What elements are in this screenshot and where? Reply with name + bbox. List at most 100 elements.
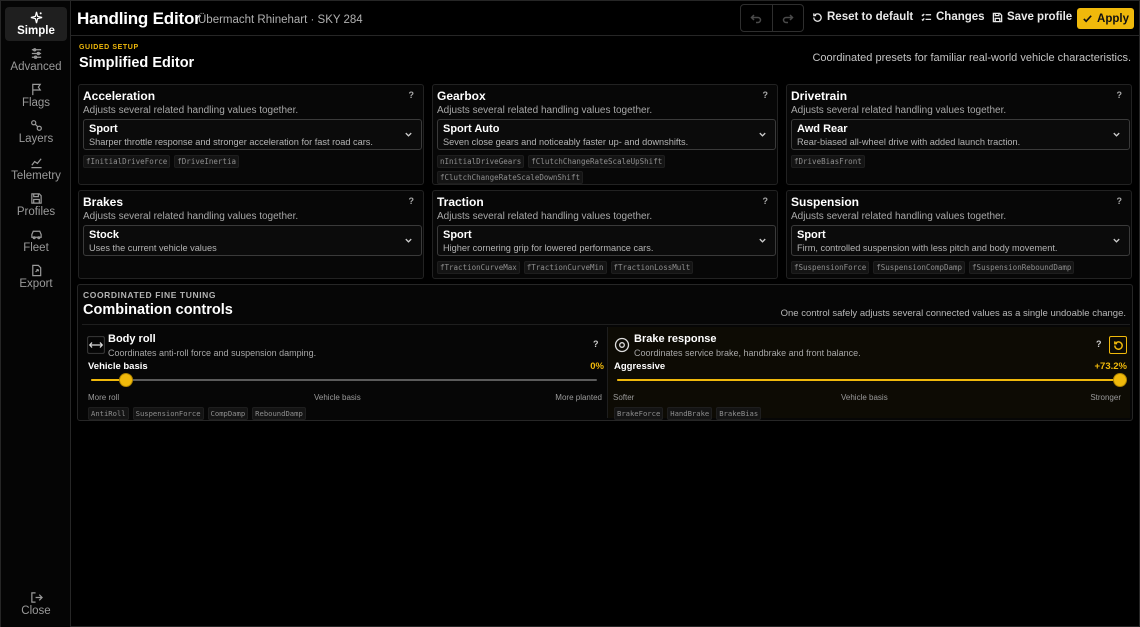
preset-card-suspension: Suspension ? Adjusts several related han…: [786, 190, 1132, 279]
sidebar-item-telemetry[interactable]: Telemetry: [5, 152, 67, 186]
help-icon[interactable]: ?: [593, 339, 599, 349]
help-icon[interactable]: ?: [409, 90, 415, 100]
help-icon[interactable]: ?: [1117, 196, 1123, 206]
sidebar-item-label: Flags: [21, 97, 51, 109]
undo-redo-group: [740, 4, 804, 32]
param-tag: fDriveInertia: [174, 155, 239, 168]
select-value: Stock: [89, 229, 119, 241]
tag-list: BrakeForce HandBrake BrakeBias: [614, 407, 762, 420]
tag-list: fDriveBiasFront: [791, 155, 1131, 168]
combo-title: Combination controls: [83, 302, 233, 318]
param-tag: CompDamp: [207, 407, 249, 420]
help-icon[interactable]: ?: [409, 196, 415, 206]
tag-list: nInitialDriveGears fClutchChangeRateScal…: [437, 155, 777, 184]
close-label: Close: [21, 605, 51, 617]
param-tag: fClutchChangeRateScaleUpShift: [528, 155, 666, 168]
close-button[interactable]: Close: [5, 587, 67, 621]
brake-disc-icon: [614, 337, 630, 353]
preset-card-gearbox: Gearbox ? Adjusts several related handli…: [432, 84, 778, 185]
vehicle-subtitle: Übermacht Rhinehart · SKY 284: [198, 14, 363, 26]
card-description: Adjusts several related handling values …: [437, 105, 653, 116]
reset-to-default-button[interactable]: Reset to default: [812, 11, 913, 23]
select-description: Rear-biased all-wheel drive with added l…: [797, 137, 1021, 147]
select-description: Uses the current vehicle values: [89, 243, 217, 253]
sidebar-item-flags[interactable]: Flags: [5, 79, 67, 113]
param-tag: HandBrake: [667, 407, 713, 420]
select-description: Seven close gears and noticeably faster …: [443, 137, 689, 147]
brakes-preset-select[interactable]: Stock Uses the current vehicle values: [83, 225, 422, 256]
save-label: Save profile: [1007, 11, 1073, 23]
sidebar-item-label: Simple: [17, 25, 55, 37]
slider-thumb[interactable]: [1113, 373, 1127, 387]
card-description: Adjusts several related handling values …: [83, 211, 299, 222]
help-icon[interactable]: ?: [763, 196, 769, 206]
layers-icon: [30, 120, 42, 131]
suspension-preset-select[interactable]: Sport Firm, controlled suspension with l…: [791, 225, 1130, 256]
select-value: Sport Auto: [443, 123, 500, 135]
body-roll-slider[interactable]: [91, 373, 597, 387]
param-tag: ReboundDamp: [252, 407, 306, 420]
select-description: Sharper throttle response and stronger a…: [89, 137, 373, 147]
brake-response-control: Brake response Coordinates service brake…: [607, 327, 1130, 420]
param-tag: fInitialDriveForce: [83, 155, 171, 168]
sidebar-item-layers[interactable]: Layers: [5, 115, 67, 149]
control-title: Brake response: [634, 333, 717, 345]
redo-button[interactable]: [771, 5, 804, 31]
sidebar-item-label: Advanced: [10, 61, 62, 73]
help-icon[interactable]: ?: [1096, 339, 1102, 349]
section-note: Coordinated presets for familiar real-wo…: [812, 52, 1131, 64]
param-tag: SuspensionForce: [132, 407, 204, 420]
changes-button[interactable]: Changes: [921, 11, 985, 23]
help-icon[interactable]: ?: [763, 90, 769, 100]
select-value: Sport: [797, 229, 826, 241]
drivetrain-preset-select[interactable]: Awd Rear Rear-biased all-wheel drive wit…: [791, 119, 1130, 150]
param-tag: nInitialDriveGears: [437, 155, 525, 168]
undo-button[interactable]: [741, 5, 772, 31]
save-profile-button[interactable]: Save profile: [992, 11, 1072, 23]
param-tag: BrakeForce: [614, 407, 664, 420]
reset-control-button[interactable]: [1109, 336, 1127, 354]
check-icon: [1083, 15, 1092, 23]
sidebar-item-advanced[interactable]: Advanced: [5, 43, 67, 77]
param-tag: fTractionCurveMax: [437, 261, 520, 274]
section-title: Simplified Editor: [79, 55, 195, 71]
undo-icon: [750, 14, 762, 24]
sliders-icon: [31, 48, 41, 59]
changes-label: Changes: [936, 11, 985, 23]
section-eyebrow: GUIDED SETUP: [79, 44, 139, 51]
reset-icon: [813, 12, 822, 22]
tag-list: fTractionCurveMax fTractionCurveMin fTra…: [437, 261, 777, 274]
acceleration-preset-select[interactable]: Sport Sharper throttle response and stro…: [83, 119, 422, 150]
slider-min-label: More roll: [88, 393, 120, 402]
sidebar-item-label: Telemetry: [11, 170, 61, 182]
sidebar-item-fleet[interactable]: Fleet: [5, 224, 67, 258]
preset-card-acceleration: Acceleration ? Adjusts several related h…: [78, 84, 424, 185]
redo-icon: [782, 14, 794, 24]
chevron-down-icon: [1113, 132, 1120, 137]
app-window: Simple Advanced Flags Layers Telemetry P…: [0, 0, 1140, 627]
slider-max-label: More planted: [555, 393, 602, 402]
reset-label: Reset to default: [827, 11, 914, 23]
card-title: Suspension: [791, 195, 860, 209]
chevron-down-icon: [759, 132, 766, 137]
sidebar-item-label: Fleet: [23, 242, 49, 254]
gearbox-preset-select[interactable]: Sport Auto Seven close gears and noticea…: [437, 119, 776, 150]
card-title: Acceleration: [83, 89, 156, 103]
traction-preset-select[interactable]: Sport Higher cornering grip for lowered …: [437, 225, 776, 256]
slider-mid-label: Vehicle basis: [314, 393, 361, 402]
slider-value: 0%: [590, 361, 604, 372]
sidebar-item-export[interactable]: Export: [5, 260, 67, 294]
slider-thumb[interactable]: [119, 373, 134, 387]
slider-value: +73.2%: [1094, 361, 1128, 372]
sparkle-icon: [30, 11, 42, 24]
select-value: Sport: [443, 229, 472, 241]
apply-button[interactable]: Apply: [1077, 8, 1134, 29]
tag-list: fSuspensionForce fSuspensionCompDamp fSu…: [791, 261, 1131, 274]
main-content: GUIDED SETUP Simplified Editor Coordinat…: [71, 36, 1139, 627]
sidebar-item-simple[interactable]: Simple: [5, 7, 67, 41]
help-icon[interactable]: ?: [1117, 90, 1123, 100]
tag-list: fInitialDriveForce fDriveInertia: [83, 155, 423, 168]
sidebar-item-profiles[interactable]: Profiles: [5, 188, 67, 222]
brake-response-slider[interactable]: [617, 373, 1127, 387]
preset-card-brakes: Brakes ? Adjusts several related handlin…: [78, 190, 424, 279]
